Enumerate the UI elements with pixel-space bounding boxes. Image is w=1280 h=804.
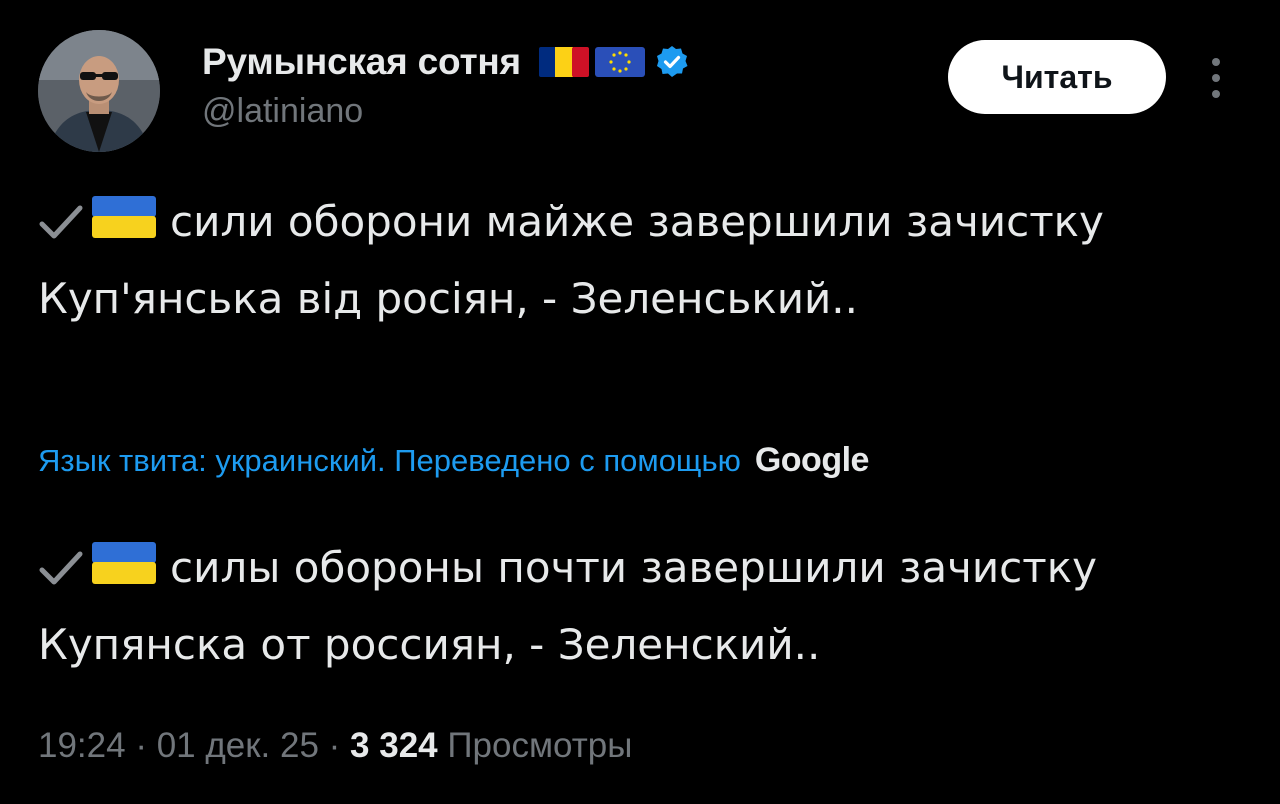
follow-button[interactable]: Читать (948, 40, 1166, 114)
avatar[interactable] (38, 30, 160, 152)
meta-separator: · (318, 726, 351, 765)
name-row: Румынская сотня (202, 36, 689, 88)
google-logo: Google (754, 441, 870, 479)
tweet-time[interactable]: 19:24 (38, 726, 126, 765)
tweet-text-translated: силы обороны почти завершили зачистку Ку… (38, 529, 1242, 683)
avatar-image (38, 30, 160, 152)
views-label: Просмотры (447, 726, 633, 765)
translation-note[interactable]: Язык твита: украинский. Переведено с пом… (38, 441, 869, 480)
display-name[interactable]: Румынская сотня (202, 41, 521, 83)
checkmark-icon (39, 205, 83, 239)
views-count: 3 324 (350, 726, 438, 765)
tweet-date[interactable]: 01 дек. 25 (157, 726, 319, 765)
meta-separator: · (125, 726, 157, 765)
eu-flag-icon (594, 47, 645, 77)
translation-note-text[interactable]: Язык твита: украинский. Переведено с пом… (38, 443, 741, 479)
author-block: Румынская сотня @latiniano (202, 36, 689, 131)
ukraine-flag-icon (92, 196, 156, 238)
verified-badge-icon (656, 46, 688, 77)
tweet-header: Румынская сотня @latiniano Читать (38, 30, 1242, 152)
more-vertical-icon[interactable] (1204, 56, 1228, 100)
author-handle[interactable]: @latiniano (202, 92, 689, 131)
checkmark-icon (39, 551, 83, 585)
ukraine-flag-icon (92, 542, 156, 584)
tweet-text-original: сили оборони майже завершили зачистку Ку… (38, 183, 1242, 337)
original-text: сили оборони майже завершили зачистку Ку… (38, 197, 1104, 323)
romania-flag-icon (538, 47, 589, 77)
tweet-meta: 19:24 · 01 дек. 25 · 3 324 Просмотры (38, 726, 632, 766)
translated-text: силы обороны почти завершили зачистку Ку… (38, 543, 1097, 669)
